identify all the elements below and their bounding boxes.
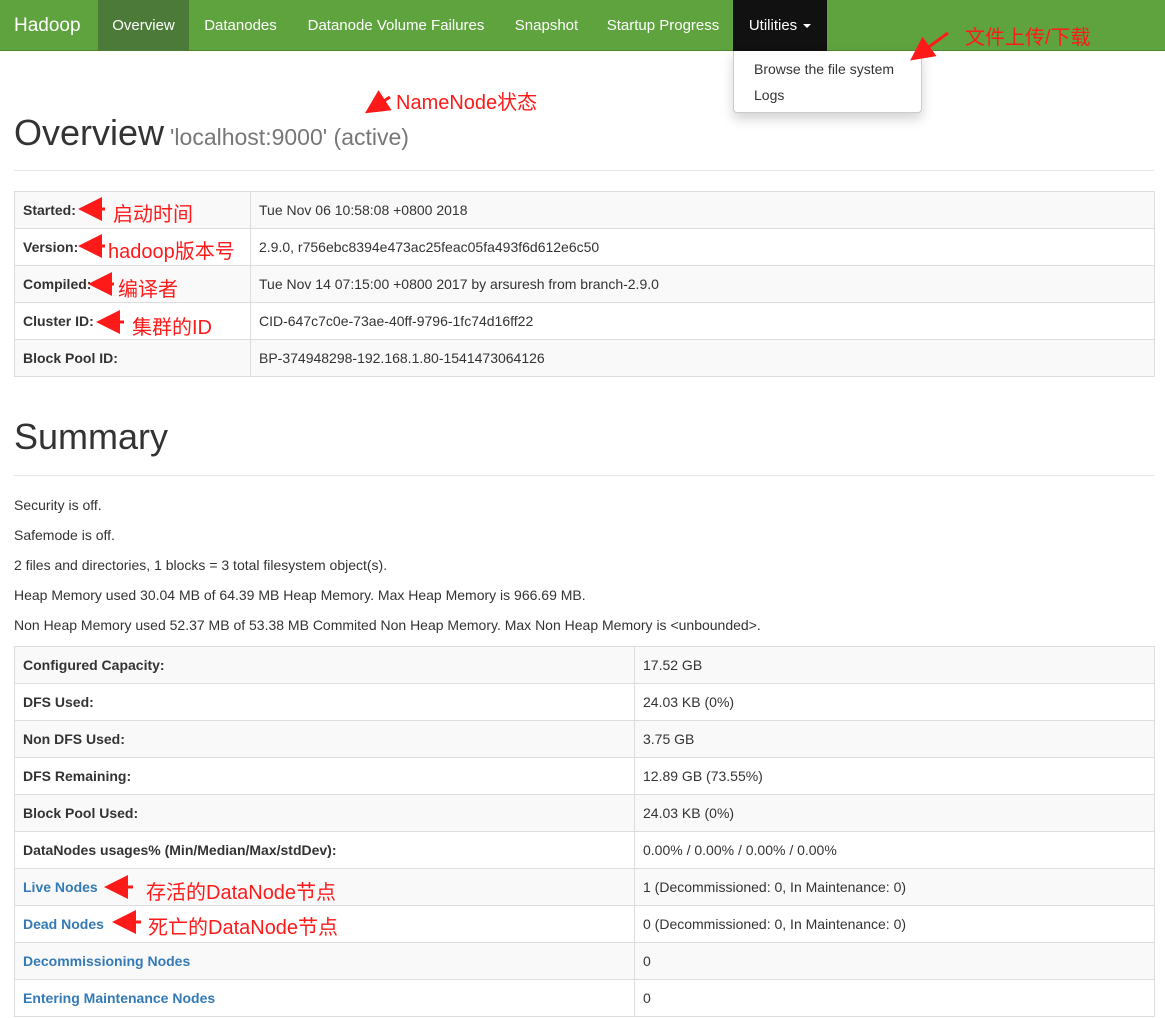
annotation-namenode: NameNode状态 xyxy=(396,92,538,114)
annotation-arrows xyxy=(78,31,949,934)
annotation-compiled: 编译者 xyxy=(118,279,178,301)
annotation-live: 存活的DataNode节点 xyxy=(146,882,337,904)
annotation-started: 启动时间 xyxy=(113,204,193,226)
annotation-version: hadoop版本号 xyxy=(108,241,235,263)
arrow-upload-icon xyxy=(910,31,949,61)
arrow-namenode-icon xyxy=(364,90,392,114)
annotation-cluster: 集群的ID xyxy=(132,317,212,339)
annotation-upload: 文件上传/下载 xyxy=(965,27,1091,49)
annotation-dead: 死亡的DataNode节点 xyxy=(148,917,339,939)
